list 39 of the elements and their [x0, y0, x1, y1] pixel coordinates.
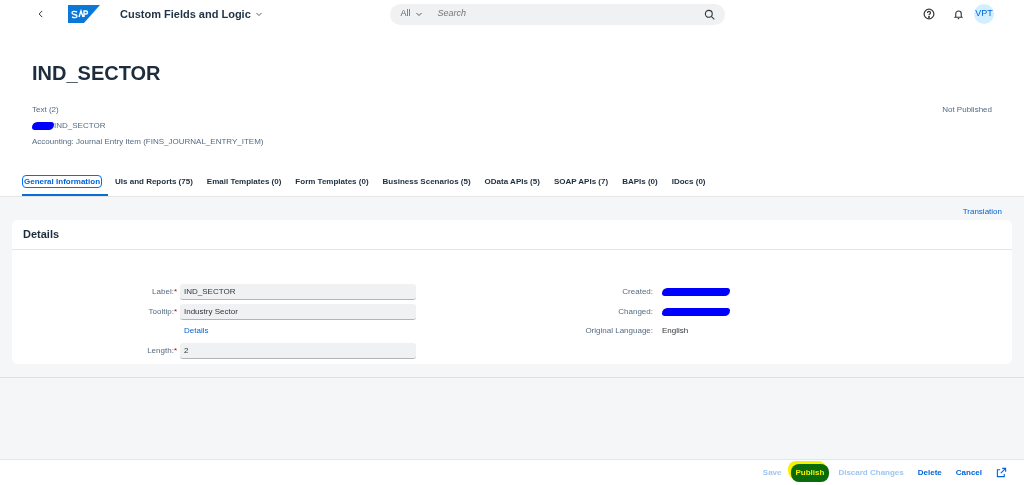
bell-icon[interactable]	[953, 8, 964, 20]
footer-button[interactable]: Delete	[912, 463, 947, 482]
field-label: Label:*	[151, 286, 178, 299]
share-icon[interactable]	[996, 467, 1007, 478]
info-label: Changed:	[617, 305, 654, 318]
tab[interactable]: Email Templates (0)	[205, 172, 289, 196]
context-text: Accounting: Journal Entry Item (FINS_JOURNAL_ENTRY_ITEM)	[32, 136, 265, 148]
scope-select[interactable]: All	[400, 7, 411, 21]
avatar[interactable]: VPT	[974, 4, 994, 24]
search-icon[interactable]	[704, 8, 716, 20]
tab[interactable]: BAPIs (0)	[621, 172, 665, 196]
page-title: IND_SECTOR	[32, 61, 162, 86]
footer-button[interactable]: Publish	[790, 463, 830, 482]
search-field[interactable]: All Search	[390, 3, 726, 25]
input-field[interactable]: 2	[180, 342, 416, 359]
help-icon[interactable]	[923, 8, 935, 20]
info-value: English	[662, 325, 689, 338]
logo[interactable]	[68, 5, 100, 23]
status-text: Not Published	[942, 104, 992, 116]
input-field[interactable]: IND_SECTOR	[180, 284, 416, 301]
details-link[interactable]: Details	[180, 325, 209, 338]
app-title[interactable]: Custom Fields and Logic	[120, 5, 251, 23]
info-label: Original Language:	[584, 325, 654, 338]
tab[interactable]: Business Scenarios (5)	[381, 172, 478, 196]
tab[interactable]: IDocs (0)	[670, 172, 713, 196]
back-icon[interactable]	[36, 9, 46, 19]
field-label: Tooltip:*	[147, 305, 178, 318]
field-label: Length:*	[146, 344, 178, 357]
field-identifier: IND_SECTOR	[54, 120, 106, 132]
section-title: Details	[12, 220, 1012, 250]
tab[interactable]: OData APIs (5)	[483, 172, 547, 196]
translation-link[interactable]: Translation	[962, 207, 1002, 216]
tab[interactable]: UIs and Reports (75)	[114, 172, 200, 196]
tab[interactable]: Form Templates (0)	[294, 172, 376, 196]
info-label: Created:	[621, 286, 654, 299]
field-type: Text (2)	[32, 104, 59, 116]
input-field[interactable]: Industry Sector	[180, 303, 416, 320]
footer-button[interactable]: Cancel	[950, 463, 987, 482]
tab[interactable]: SOAP APIs (7)	[552, 172, 616, 196]
